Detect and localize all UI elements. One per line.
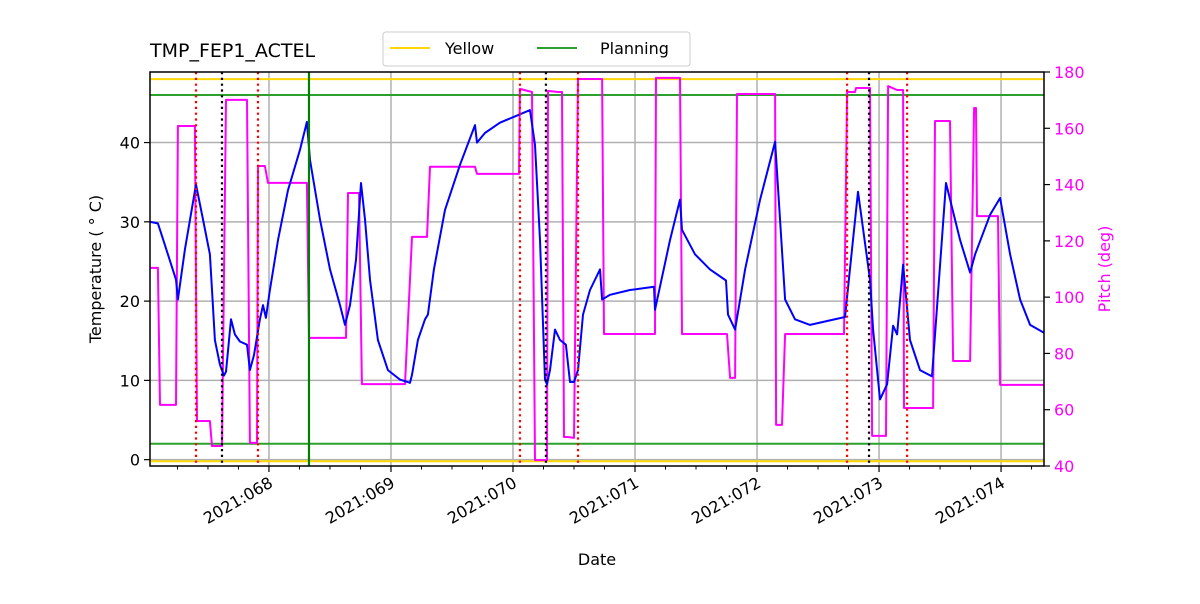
plot-area (150, 72, 1044, 466)
pitch-series-line (150, 76, 1044, 462)
chart-title: TMP_FEP1_ACTEL (149, 40, 315, 62)
legend-label-yellow: Yellow (444, 39, 494, 58)
x-tick-label: 2021:074 (932, 473, 1008, 528)
x-tick-label: 2021:072 (688, 473, 764, 528)
y2-axis-label: Pitch (deg) (1095, 226, 1114, 313)
y-tick-label: 20 (120, 292, 140, 311)
y2-tick-label: 160 (1054, 119, 1085, 138)
temperature-series-line (150, 109, 1044, 401)
grid (150, 72, 1044, 466)
x-tick-label: 2021:070 (444, 473, 520, 528)
x-tick-label: 2021:068 (200, 473, 276, 528)
x-tick-label: 2021:069 (322, 473, 398, 528)
y-tick-label: 0 (130, 451, 140, 470)
legend: Yellow Planning (382, 31, 691, 67)
y2-tick-label: 40 (1054, 457, 1074, 476)
x-axis-label: Date (578, 550, 616, 569)
y-axis-left: 0 10 20 30 40 (120, 134, 150, 470)
y-tick-label: 40 (120, 134, 140, 153)
y-tick-label: 30 (120, 213, 140, 232)
chart: TMP_FEP1_ACTEL Yellow Planning 2021:068 2… (86, 31, 1114, 569)
x-tick-label: 2021:073 (810, 473, 886, 528)
y-axis-label: Temperature ( ° C) (86, 195, 105, 344)
y2-tick-label: 180 (1054, 63, 1085, 82)
y-axis-right: 40 60 80 100 120 140 160 180 (1044, 63, 1085, 476)
x-tick-label: 2021:071 (566, 473, 642, 528)
y2-tick-label: 100 (1054, 288, 1085, 307)
x-axis: 2021:068 2021:069 2021:070 2021:071 2021:072… (176, 466, 1033, 528)
y-tick-label: 10 (120, 371, 140, 390)
y2-tick-label: 60 (1054, 401, 1074, 420)
legend-label-planning: Planning (600, 39, 669, 58)
y2-tick-label: 80 (1054, 344, 1074, 363)
y2-tick-label: 140 (1054, 176, 1085, 195)
axes-frame (149, 71, 1045, 467)
y2-tick-label: 120 (1054, 232, 1085, 251)
